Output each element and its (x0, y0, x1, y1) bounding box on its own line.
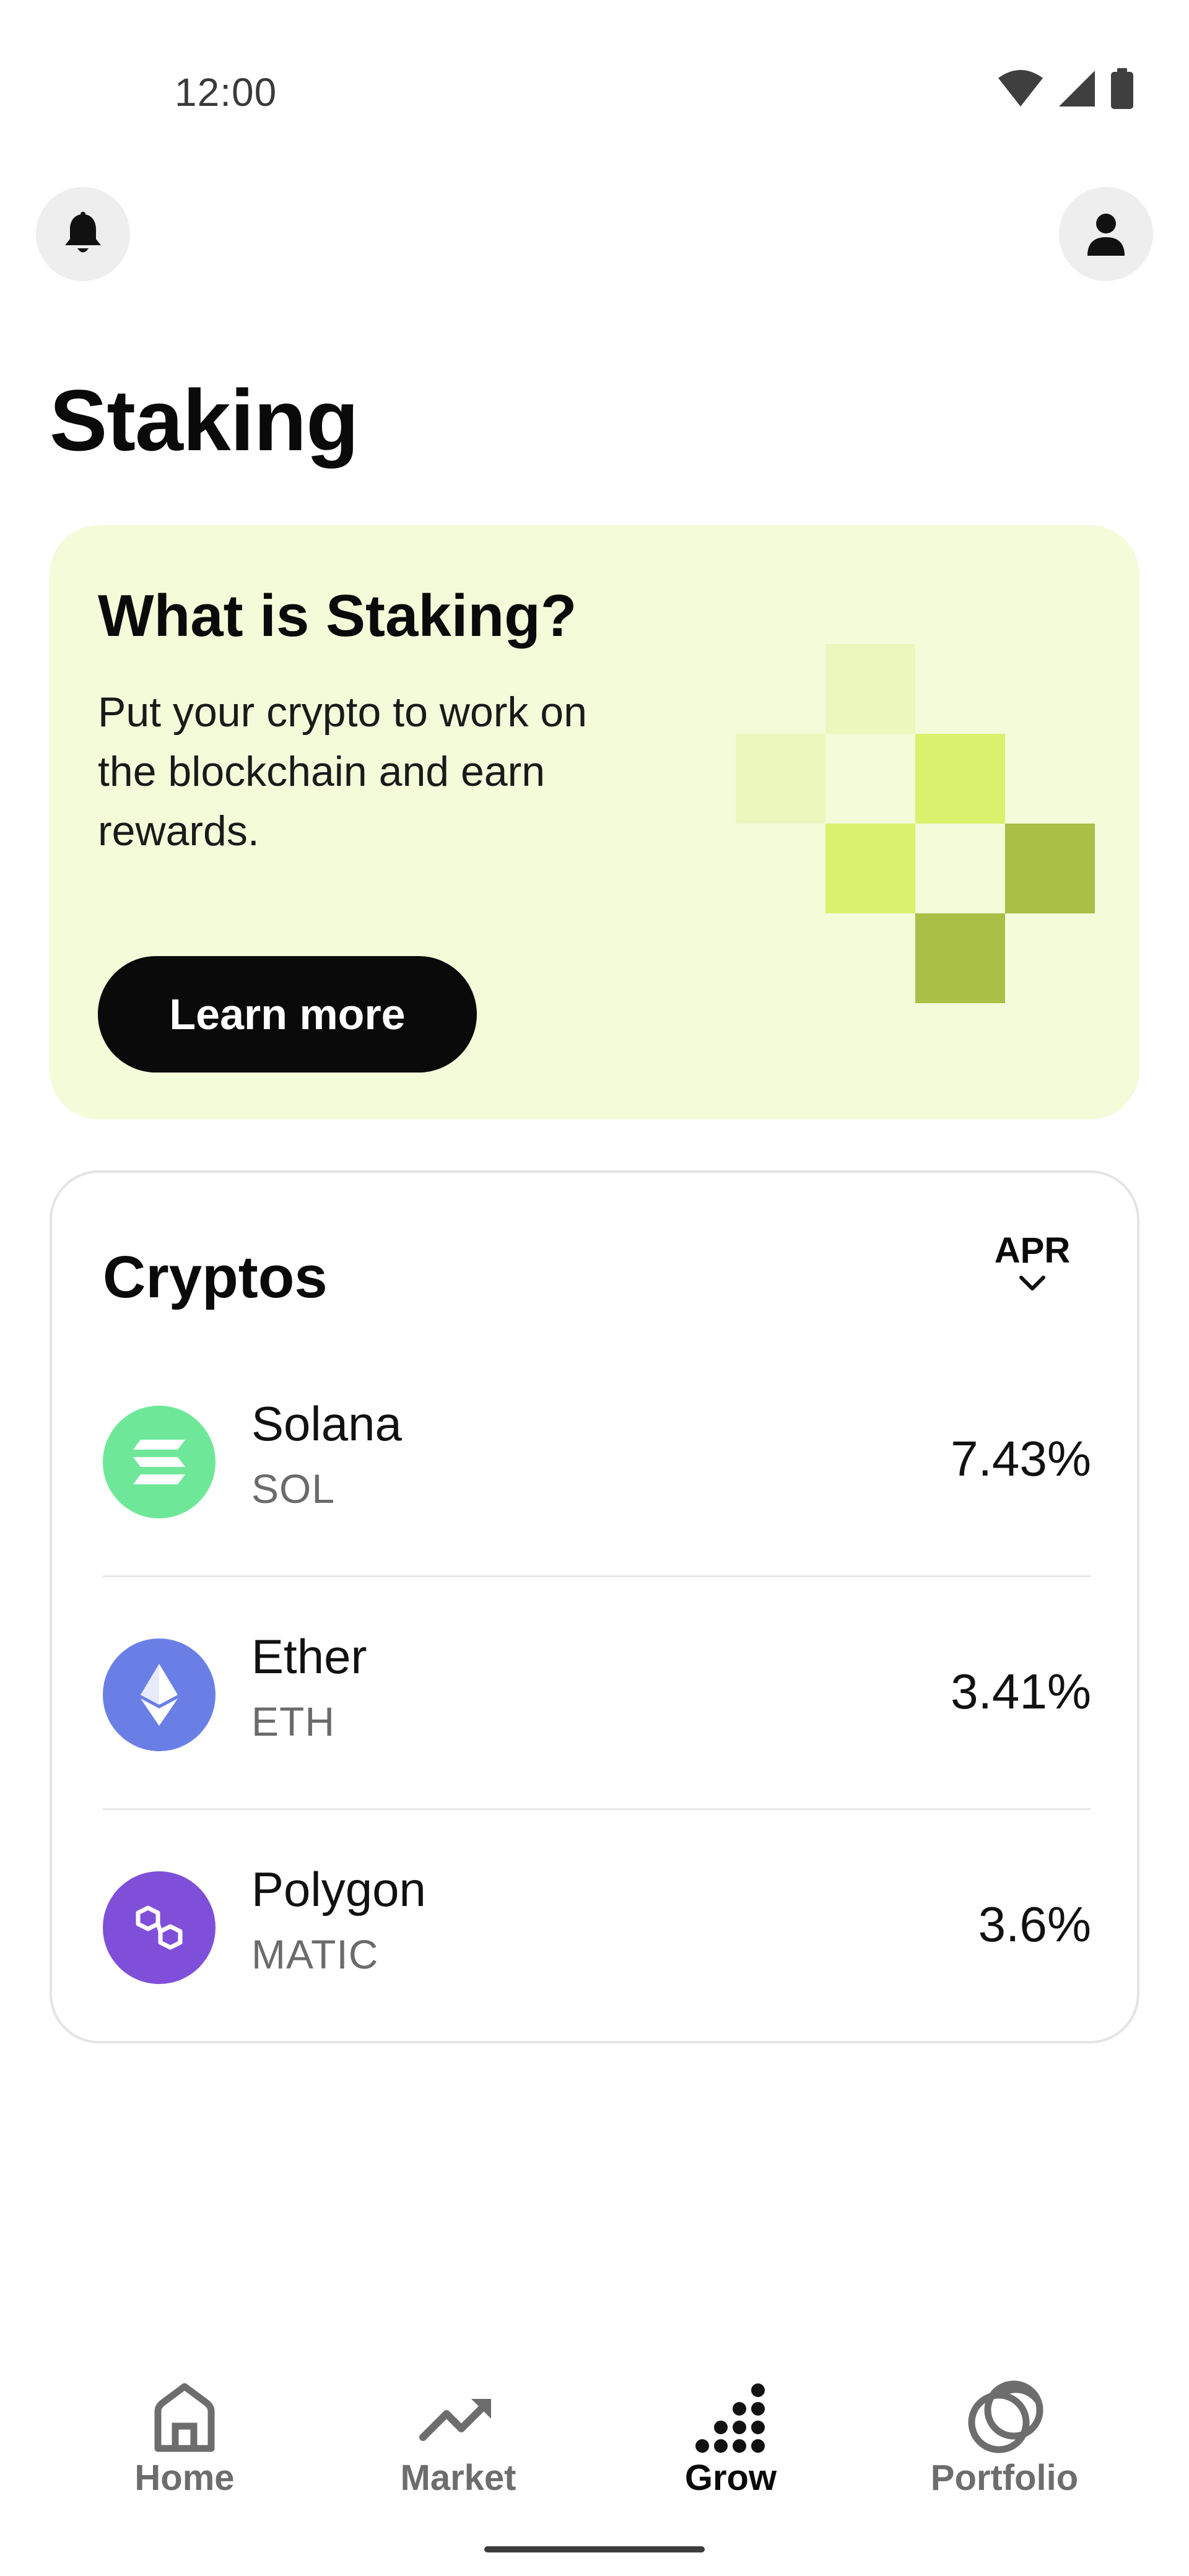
pixel-block (915, 734, 1005, 824)
ethereum-icon (103, 1638, 216, 1751)
pixel-block (825, 644, 915, 734)
apr-sort-label: APR (994, 1230, 1071, 1271)
nav-portfolio[interactable]: Portfolio (912, 2377, 1097, 2499)
coin-name: Polygon (251, 1862, 426, 1917)
coin-name: Ether (251, 1629, 367, 1684)
notifications-button[interactable] (36, 187, 130, 281)
nav-market[interactable]: Market (365, 2377, 551, 2499)
coin-apr: 3.41% (951, 1664, 1091, 1719)
promo-title: What is Staking? (98, 583, 577, 649)
crypto-row-ether[interactable]: Ether ETH 3.41% (103, 1577, 1091, 1808)
home-icon (154, 2383, 215, 2452)
polygon-icon (103, 1871, 216, 1984)
trend-up-icon (419, 2399, 491, 2441)
crypto-row-solana[interactable]: Solana SOL 7.43% (103, 1344, 1091, 1575)
staking-screen: 12:00 Staking What is Staking? Put your … (0, 0, 1189, 2576)
wifi-icon (998, 70, 1043, 107)
apr-sort-button[interactable]: APR (992, 1230, 1073, 1291)
coin-apr: 7.43% (951, 1431, 1091, 1486)
bell-icon (65, 212, 101, 253)
person-icon (1087, 214, 1125, 256)
nav-home[interactable]: Home (92, 2377, 277, 2499)
coin-ticker: ETH (251, 1699, 335, 1744)
coin-apr: 3.6% (978, 1897, 1091, 1952)
nav-label: Home (134, 2458, 235, 2498)
status-icons (997, 68, 1135, 109)
nav-label: Market (400, 2458, 516, 2498)
battery-icon (1111, 68, 1133, 109)
pixel-block (736, 734, 825, 824)
pixel-block (825, 824, 915, 913)
crypto-row-polygon[interactable]: Polygon MATIC 3.6% (103, 1809, 1091, 2041)
status-time: 12:00 (175, 70, 277, 115)
coin-ticker: SOL (251, 1466, 336, 1512)
pixel-block (915, 913, 1005, 1003)
profile-button[interactable] (1059, 187, 1153, 281)
nav-grow[interactable]: Grow (638, 2377, 824, 2499)
cryptos-heading: Cryptos (103, 1244, 328, 1310)
coin-name: Solana (251, 1396, 402, 1451)
bottom-navigation: Home Market Grow Portfolio (0, 2347, 1189, 2533)
nav-label: Portfolio (930, 2458, 1079, 2498)
coin-ticker: MATIC (251, 1931, 379, 1977)
grow-dots-icon (695, 2383, 765, 2453)
signal-icon (1059, 71, 1095, 107)
portfolio-circles-icon (968, 2380, 1043, 2453)
page-title: Staking (50, 372, 359, 469)
promo-description: Put your crypto to work on the blockchai… (98, 689, 587, 855)
learn-more-button[interactable]: Learn more (98, 956, 477, 1073)
nav-label: Grow (684, 2458, 777, 2498)
cryptos-card: Cryptos APR Solana SOL 7.43% Ether ETH 3… (50, 1170, 1139, 2043)
pixel-block (1005, 824, 1095, 913)
solana-icon (103, 1406, 216, 1518)
pixel-illustration (736, 644, 1095, 1003)
home-indicator[interactable] (484, 2546, 705, 2552)
chevron-down-icon (1019, 1276, 1045, 1290)
what-is-staking-card: What is Staking? Put your crypto to work… (50, 525, 1139, 1120)
